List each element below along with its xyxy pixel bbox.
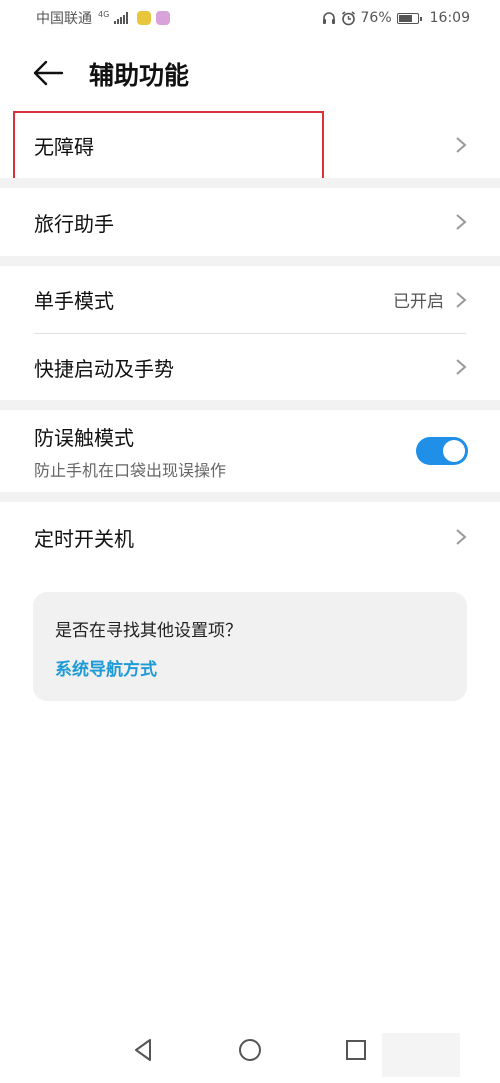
- app-notification-icon-2: [156, 11, 171, 25]
- chevron-right-icon: [456, 359, 467, 375]
- section-gap: [0, 400, 500, 410]
- page-title: 辅助功能: [89, 61, 190, 90]
- toggle-knob: [443, 440, 465, 462]
- section-gap: [0, 178, 500, 188]
- pocket-mode-toggle[interactable]: [416, 437, 468, 465]
- status-left: 中国联通 4G: [36, 8, 171, 28]
- shortcuts-gestures-item[interactable]: 快捷启动及手势: [0, 334, 500, 400]
- travel-assistant-item[interactable]: 旅行助手: [0, 188, 500, 256]
- watermark-smudge: [382, 1033, 460, 1077]
- one-hand-mode-item[interactable]: 单手模式 已开启: [0, 266, 500, 333]
- pocket-mode-description: 防止手机在口袋出现误操作: [34, 460, 227, 480]
- battery-percent: 76%: [360, 10, 392, 26]
- chevron-right-icon: [456, 214, 467, 230]
- scheduled-power-item[interactable]: 定时开关机: [0, 502, 500, 572]
- status-right: 76% 16:09: [322, 10, 470, 26]
- app-notification-icon: [137, 11, 152, 25]
- network-type: 4G: [98, 10, 110, 19]
- nav-recents-icon[interactable]: [343, 1037, 369, 1063]
- chevron-right-icon: [456, 291, 467, 308]
- scheduled-power-label: 定时开关机: [34, 526, 134, 551]
- pocket-mode-text: 防误触模式 防止手机在口袋出现误操作: [34, 422, 226, 481]
- travel-assistant-label: 旅行助手: [34, 211, 114, 236]
- battery-icon: [396, 12, 422, 24]
- pocket-mode-label: 防误触模式: [34, 425, 134, 450]
- navigation-bar: [0, 1023, 500, 1083]
- back-button[interactable]: [32, 58, 68, 88]
- chevron-right-icon: [456, 529, 467, 545]
- section-gap: [0, 256, 500, 266]
- nav-home-icon[interactable]: [237, 1037, 263, 1063]
- accessibility-label: 无障碍: [34, 134, 94, 159]
- section-gap: [0, 492, 500, 502]
- status-bar: 中国联通 4G 76% 16:09: [0, 0, 500, 36]
- alarm-icon: [341, 10, 355, 25]
- signal-icon: [114, 12, 129, 24]
- pocket-mode-item: 防误触模式 防止手机在口袋出现误操作: [0, 410, 500, 492]
- headphone-icon: [322, 12, 335, 24]
- suggestion-question: 是否在寻找其他设置项？: [55, 621, 242, 641]
- accessibility-item[interactable]: 无障碍: [0, 112, 500, 178]
- shortcuts-gestures-label: 快捷启动及手势: [34, 356, 174, 381]
- one-hand-mode-status: 已开启: [393, 292, 444, 312]
- nav-back-icon[interactable]: [131, 1037, 157, 1063]
- clock-time: 16:09: [429, 10, 470, 26]
- chevron-right-icon: [456, 137, 467, 153]
- back-arrow-icon: [33, 60, 64, 86]
- one-hand-mode-label: 单手模式: [34, 289, 114, 313]
- header: 辅助功能: [0, 50, 500, 96]
- suggestion-card: 是否在寻找其他设置项？ 系统导航方式: [33, 592, 467, 701]
- carrier-name: 中国联通: [36, 11, 92, 27]
- system-navigation-link[interactable]: 系统导航方式: [55, 655, 157, 680]
